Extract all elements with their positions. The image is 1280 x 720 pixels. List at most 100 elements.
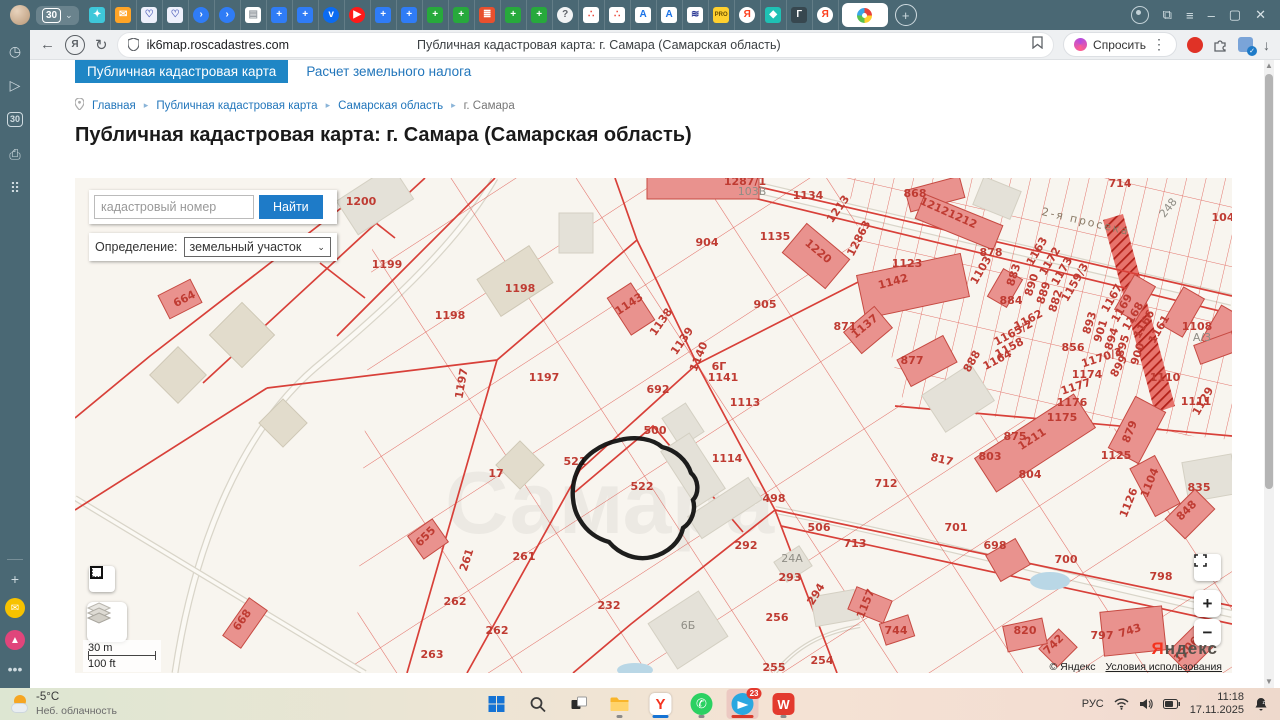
speaker-icon[interactable] [1139,698,1153,710]
bookmark-icon[interactable] [1032,36,1043,54]
taskbar-clock[interactable]: 11:18 17.11.2025 [1190,691,1244,717]
browser-tab[interactable]: Г [787,0,813,30]
tab-land-tax[interactable]: Расчет земельного налога [306,64,471,79]
whatsapp-button[interactable]: ✆ [686,689,718,719]
alice-icon[interactable]: ▲ [5,630,25,650]
browser-tab[interactable]: ≋ [683,0,709,30]
scrollbar-thumb[interactable] [1265,74,1273,489]
kebab-menu-icon[interactable]: ⋮ [1152,36,1166,53]
measure-tool-button[interactable] [89,566,115,592]
browser-tab[interactable]: ∴ [605,0,631,30]
user-icon[interactable] [1131,6,1149,24]
back-button[interactable]: ← [40,36,55,53]
terms-link[interactable]: Условия использования [1105,661,1222,673]
weather-widget[interactable]: -5°C Неб. облачность [0,691,117,716]
yandex-browser-button[interactable]: Y [645,689,677,719]
definition-select[interactable]: земельный участок ⌄ [184,237,331,257]
file-explorer-button[interactable] [604,689,636,719]
task-view-button[interactable] [563,689,595,719]
browser-tab[interactable]: A [657,0,683,30]
mail-icon[interactable]: ✉ [5,598,25,618]
player-icon[interactable]: ▷ [10,78,21,92]
browser-tab[interactable]: ♡ [137,0,163,30]
browser-tab[interactable]: ? [553,0,579,30]
tab-cadastral-map[interactable]: Публичная кадастровая карта [75,60,288,83]
crumb-map[interactable]: Публичная кадастровая карта [156,100,317,112]
browser-tab[interactable]: ✦ [85,0,111,30]
browser-tab[interactable]: ✉ [111,0,137,30]
history-icon[interactable]: ◷ [9,44,21,58]
battery-icon[interactable] [1163,699,1180,709]
scroll-down-arrow[interactable]: ▼ [1264,676,1274,688]
parcel-label: 1198 [505,282,536,295]
browser-tab[interactable]: + [423,0,449,30]
language-indicator[interactable]: РУС [1082,698,1104,710]
close-button[interactable]: ✕ [1255,7,1266,23]
menu-icon[interactable]: ≡ [1186,8,1194,23]
parcel-label: 835 [1188,481,1211,494]
address-bar[interactable]: ik6map.roscadastres.com Публичная кадаст… [118,33,1053,57]
wps-office-button[interactable]: W [768,689,800,719]
wifi-icon[interactable] [1114,698,1129,710]
browser-tab[interactable]: PRO [709,0,735,30]
yandex-home-button[interactable]: Я [65,35,85,55]
browser-tab[interactable]: + [527,0,553,30]
browser-tab[interactable]: Я [735,0,761,30]
taskbar-search-button[interactable] [522,689,554,719]
browser-tab[interactable]: › [189,0,215,30]
profile-avatar[interactable] [10,5,30,25]
browser-tab[interactable]: + [371,0,397,30]
crumb-region[interactable]: Самарская область [338,100,443,112]
browser-tab[interactable]: ≣ [475,0,501,30]
minimize-button[interactable]: – [1208,8,1215,23]
reload-button[interactable]: ↻ [95,36,108,54]
sidebar-bottom-icons: + ✉ ▲ ••• [5,572,25,688]
layers-button[interactable] [87,602,127,642]
screenshot-icon[interactable]: ⎙ [9,147,20,161]
fullscreen-button[interactable] [1194,554,1221,581]
apps-grid-icon[interactable]: ⠿ [10,181,20,195]
browser-tab[interactable]: Я [813,0,839,30]
browser-tab[interactable]: + [449,0,475,30]
extension-icon[interactable] [1213,37,1228,52]
cadastral-number-input[interactable] [94,195,254,219]
maximize-button[interactable]: ▢ [1229,7,1241,23]
crumb-home[interactable]: Главная [92,100,136,112]
new-tab-button[interactable]: + [895,4,917,26]
tabs-count[interactable]: 30 [7,112,23,127]
favicon: ∴ [609,7,625,23]
definition-value: земельный участок [190,240,302,254]
more-icon[interactable]: ••• [8,662,23,676]
browser-tab[interactable]: + [397,0,423,30]
download-icon[interactable]: ↓ [1263,37,1270,53]
weather-icon [10,694,30,714]
zoom-in-button[interactable]: + [1194,590,1221,617]
browser-tab[interactable]: + [293,0,319,30]
active-tab[interactable] [842,3,888,27]
scroll-up-arrow[interactable]: ▲ [1264,60,1274,72]
ask-alice-button[interactable]: Спросить ⋮ [1063,32,1177,57]
parcel-label: 254 [811,654,834,667]
cadastral-map[interactable]: Самара 1200119911981198119711976641287/1… [75,178,1232,673]
browser-tab[interactable]: + [267,0,293,30]
browser-tab[interactable]: ▶ [345,0,371,30]
browser-tab[interactable]: A [631,0,657,30]
tabs-panel-icon[interactable]: ⧉ [1163,7,1172,23]
browser-tab[interactable]: ♡ [163,0,189,30]
telegram-button[interactable]: 23 [727,689,759,719]
browser-tab[interactable]: ◆ [761,0,787,30]
browser-tab[interactable]: ∴ [579,0,605,30]
browser-tab[interactable]: + [501,0,527,30]
add-icon[interactable]: + [11,572,19,586]
page-scrollbar[interactable]: ▲ ▼ [1264,60,1274,688]
tab-group-chip[interactable]: 30 ⌄ [36,6,79,25]
start-button[interactable] [481,689,513,719]
browser-tab[interactable]: ᴠ [319,0,345,30]
translate-doc-icon[interactable] [1238,37,1253,52]
browser-tab[interactable]: › [215,0,241,30]
notification-bell-icon[interactable]: z [1254,697,1268,711]
adblock-extension-icon[interactable] [1187,37,1203,53]
browser-tab[interactable]: ▤ [241,0,267,30]
ruler-square-icon [89,566,103,580]
search-button[interactable]: Найти [259,195,323,219]
